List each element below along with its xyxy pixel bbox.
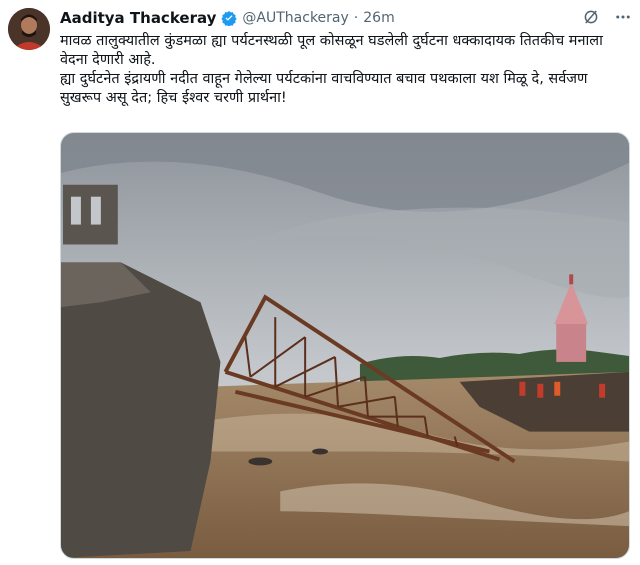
tweet-text: मावळ तालुक्यातील कुंडमळा ह्या पर्यटनस्थळ… <box>60 32 628 108</box>
more-options-icon[interactable] <box>614 8 632 26</box>
verified-badge-icon <box>221 10 238 27</box>
header-separator: · <box>353 10 359 26</box>
tweet-header: Aaditya Thackeray @AUThackeray · 26m <box>60 8 395 28</box>
tweet-text-line1: मावळ तालुक्यातील कुंडमळा ह्या पर्यटनस्थळ… <box>60 33 603 68</box>
author-handle[interactable]: @AUThackeray <box>242 10 348 26</box>
tweet-media-photo[interactable] <box>60 132 630 559</box>
grok-icon[interactable] <box>582 8 600 26</box>
tweet-card[interactable]: Aaditya Thackeray @AUThackeray · 26m माव… <box>0 0 640 565</box>
tweet-timestamp[interactable]: 26m <box>363 10 394 26</box>
author-name[interactable]: Aaditya Thackeray <box>60 9 216 27</box>
collapsed-bridge-photo <box>61 133 629 558</box>
author-avatar[interactable] <box>8 8 50 50</box>
tweet-text-line2: ह्या दुर्घटनेत इंद्रायणी नदीत वाहून गेले… <box>60 71 588 106</box>
tweet-actions-top <box>582 8 632 26</box>
avatar-image <box>8 8 50 50</box>
